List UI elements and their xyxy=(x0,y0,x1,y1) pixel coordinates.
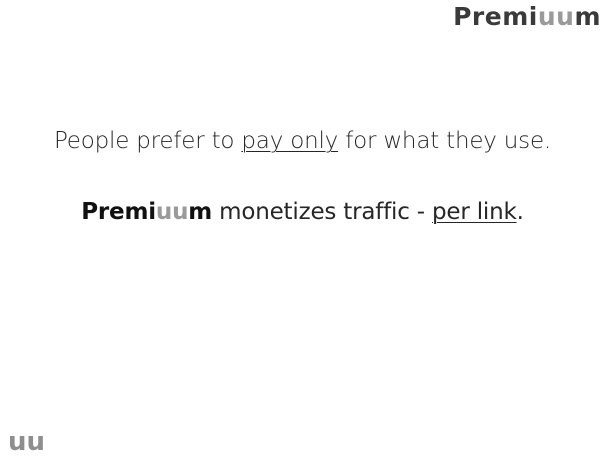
brand-inline-accent: uu xyxy=(155,199,189,225)
line2-after: . xyxy=(516,199,524,225)
line1-before: People prefer to xyxy=(53,128,242,154)
brand-inline-part1: Premi xyxy=(81,199,156,225)
line1-after: for what they use. xyxy=(338,128,552,154)
brand-accent: uu xyxy=(537,2,575,31)
slide: Premiuum People prefer to pay only for w… xyxy=(0,0,605,465)
statement-line-2: Premiuum monetizes traffic - per link. xyxy=(0,199,605,225)
brand-logo-top: Premiuum xyxy=(453,2,601,31)
brand-inline-part2: m xyxy=(188,199,213,225)
statement-line-1: People prefer to pay only for what they … xyxy=(0,128,605,154)
footer-logo-mark: uu xyxy=(8,427,46,457)
brand-part1: Premi xyxy=(453,2,538,31)
brand-inline: Premiuum xyxy=(81,199,212,225)
line1-underlined: pay only xyxy=(241,128,339,154)
line2-middle: monetizes traffic - xyxy=(212,199,433,225)
line2-underlined: per link xyxy=(432,199,517,225)
brand-part2: m xyxy=(574,2,601,31)
